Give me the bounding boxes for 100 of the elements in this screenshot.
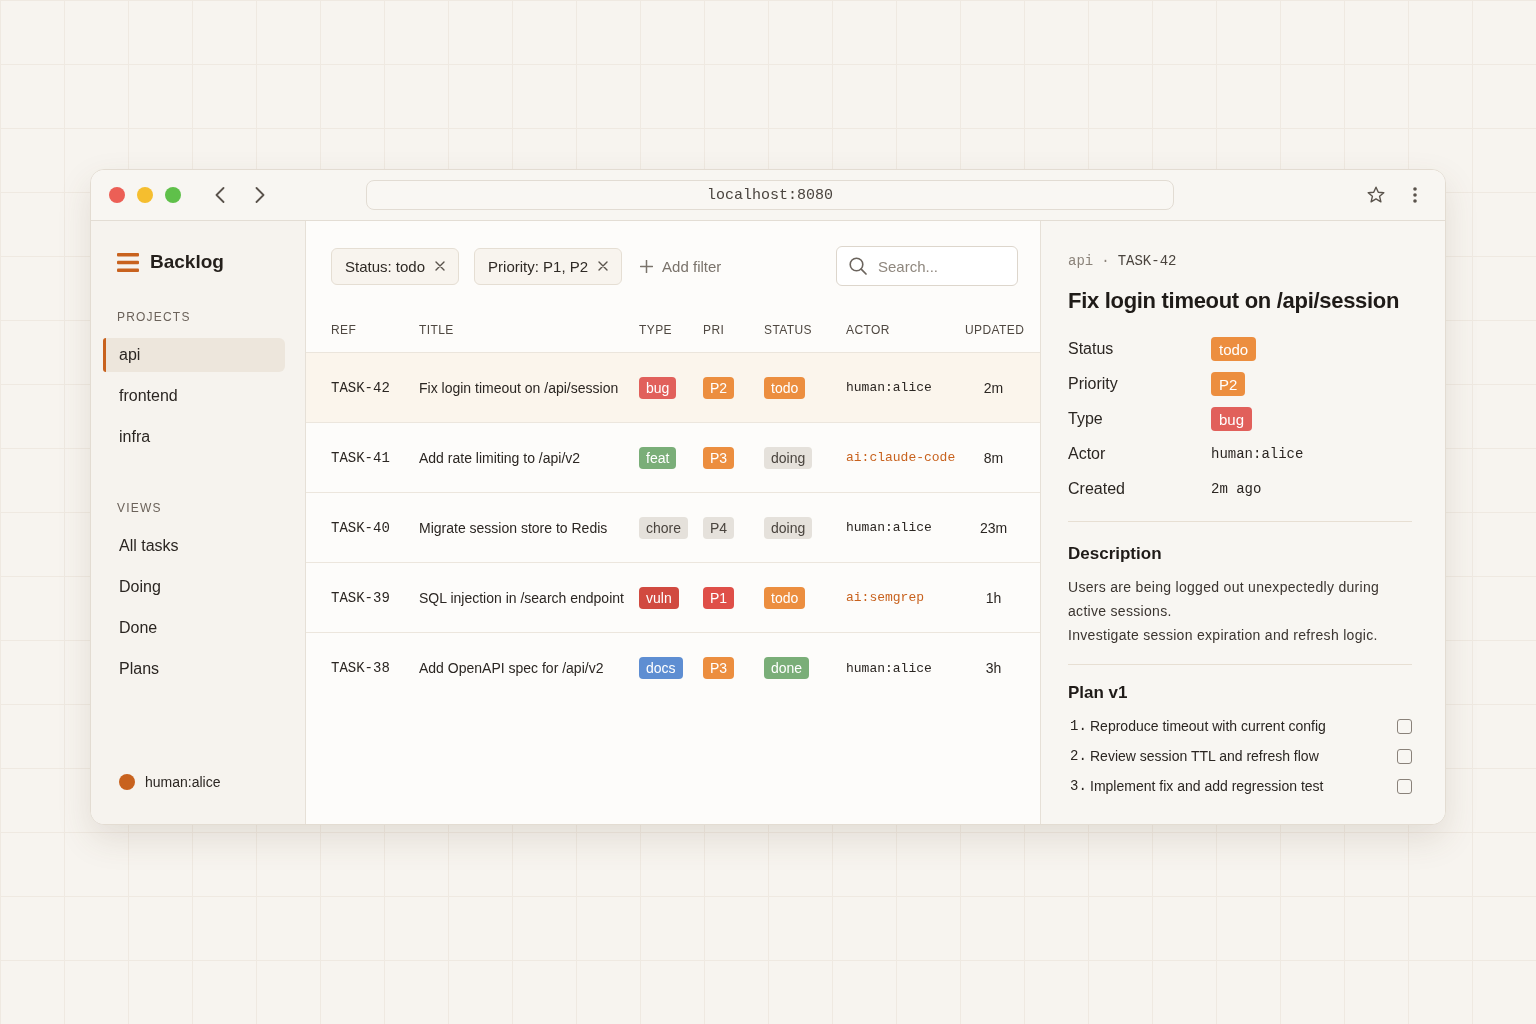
breadcrumb-ref: TASK-42: [1117, 252, 1177, 270]
step-text: Reproduce timeout with current config: [1090, 718, 1327, 734]
plus-icon: [640, 259, 654, 273]
address-bar[interactable]: localhost:8080: [366, 180, 1174, 210]
priority-tag: P3: [703, 446, 735, 469]
step-number: 3.: [1069, 778, 1088, 794]
status-tag: done: [764, 657, 810, 679]
app-title: Backlog: [150, 251, 224, 273]
title-cell: Add OpenAPI spec for /api/v2: [419, 660, 604, 676]
field-label: Actor: [1068, 445, 1106, 463]
field-value: 2m ago: [1211, 481, 1262, 497]
window-close-icon[interactable]: [109, 187, 125, 203]
updated-cell: 3h: [985, 660, 1002, 676]
section-heading: Description: [1068, 543, 1162, 565]
filter-chip[interactable]: Status: todo: [331, 247, 460, 285]
window-zoom-icon[interactable]: [165, 187, 181, 203]
column-header[interactable]: ACTOR: [846, 323, 890, 337]
breadcrumb-project[interactable]: api: [1068, 252, 1094, 270]
chevron-left-icon[interactable]: [215, 187, 225, 203]
step-text: Implement fix and add regression test: [1090, 778, 1325, 794]
table-row[interactable]: TASK-38 Add OpenAPI spec for /api/v2 docs P3 done human:alice 3h: [306, 633, 1040, 703]
title-cell: Fix login timeout on /api/session: [419, 379, 619, 396]
type-tag: docs: [639, 657, 683, 679]
step-checkbox[interactable]: [1397, 748, 1412, 764]
updated-cell: 8m: [983, 449, 1004, 466]
status-tag: todo: [764, 586, 806, 609]
field-label: Created: [1068, 480, 1125, 498]
actor-cell: human:alice: [846, 520, 932, 535]
priority-tag: P1: [703, 586, 735, 609]
ref-cell: TASK-42: [331, 379, 390, 396]
sidebar-item[interactable]: All tasks: [103, 529, 285, 563]
ref-cell: TASK-41: [331, 449, 390, 466]
field-label: Status: [1068, 340, 1114, 358]
type-tag: vuln: [639, 586, 679, 609]
star-icon[interactable]: [1367, 186, 1385, 204]
sidebar-item[interactable]: api: [103, 338, 285, 372]
priority-tag: P4: [703, 516, 735, 539]
filter-chip[interactable]: Priority: P1, P2: [474, 247, 623, 285]
more-options-icon[interactable]: [1413, 187, 1417, 203]
add-filter-button[interactable]: Add filter: [640, 257, 722, 275]
sidebar-item[interactable]: Doing: [103, 570, 285, 604]
column-header[interactable]: TYPE: [639, 323, 672, 337]
step-number: 1.: [1069, 718, 1088, 734]
column-header[interactable]: UPDATED: [965, 323, 1025, 337]
column-header[interactable]: REF: [331, 323, 357, 337]
column-header[interactable]: PRI: [703, 323, 725, 337]
sidebar-item[interactable]: frontend: [103, 379, 285, 413]
status-tag: doing: [764, 446, 813, 469]
table-row[interactable]: TASK-42 Fix login timeout on /api/session bug P2 todo human:alice 2m: [306, 353, 1040, 423]
actor-cell: human:alice: [846, 660, 932, 676]
section-label: PROJECTS: [116, 310, 192, 324]
updated-cell: 2m: [983, 379, 1004, 396]
field-label: Type: [1068, 410, 1103, 428]
description-text: Investigate session expiration and refresh logic.: [1068, 626, 1379, 645]
column-header[interactable]: TITLE: [419, 323, 454, 337]
ref-cell: TASK-40: [331, 519, 390, 536]
avatar-icon: [119, 774, 135, 790]
type-tag: bug: [639, 376, 677, 399]
search-icon: [849, 257, 867, 275]
step-text: Review session TTL and refresh flow: [1090, 748, 1320, 764]
section-label: VIEWS: [116, 501, 163, 515]
status-tag: doing: [764, 516, 813, 539]
updated-cell: 23m: [979, 519, 1008, 536]
table-row[interactable]: TASK-39 SQL injection in /search endpoint vuln P1 todo ai:semgrep 1h: [306, 563, 1040, 633]
user-name: human:alice: [145, 774, 221, 790]
sidebar-item[interactable]: Done: [103, 611, 285, 645]
table-row[interactable]: TASK-40 Migrate session store to Redis chore P4 doing human:alice 23m: [306, 493, 1040, 563]
ref-cell: TASK-38: [331, 660, 390, 676]
task-title: Fix login timeout on /api/session: [1068, 287, 1400, 315]
ref-cell: TASK-39: [331, 589, 390, 606]
field-tag: bug: [1211, 407, 1253, 431]
close-icon[interactable]: [598, 261, 609, 271]
search-field[interactable]: Search...: [836, 246, 1018, 286]
title-cell: SQL injection in /search endpoint: [419, 589, 624, 606]
breadcrumb-separator: ·: [1101, 252, 1110, 270]
description-text: Users are being logged out unexpectedly during active sessions.: [1068, 578, 1381, 621]
close-icon[interactable]: [435, 261, 446, 271]
type-tag: feat: [639, 446, 677, 469]
sidebar-item[interactable]: infra: [103, 420, 285, 454]
field-value: human:alice: [1211, 446, 1304, 462]
chevron-right-icon[interactable]: [255, 187, 265, 203]
field-label: Priority: [1068, 375, 1118, 393]
type-tag: chore: [639, 516, 689, 539]
section-heading: Plan v1: [1068, 682, 1128, 704]
actor-cell: human:alice: [846, 380, 932, 395]
column-header[interactable]: STATUS: [764, 323, 812, 337]
step-checkbox[interactable]: [1397, 778, 1412, 794]
sidebar-item[interactable]: Plans: [103, 652, 285, 686]
step-number: 2.: [1069, 748, 1088, 764]
field-tag: P2: [1211, 372, 1246, 396]
actor-cell: ai:claude-code: [846, 450, 956, 465]
table-row[interactable]: TASK-41 Add rate limiting to /api/v2 feat P3 doing ai:claude-code 8m: [306, 423, 1040, 493]
priority-tag: P3: [703, 657, 735, 679]
updated-cell: 1h: [985, 589, 1002, 606]
priority-tag: P2: [703, 376, 735, 399]
step-checkbox[interactable]: [1397, 718, 1412, 734]
menu-icon[interactable]: [117, 252, 139, 272]
status-tag: todo: [764, 376, 806, 399]
actor-cell: ai:semgrep: [846, 590, 924, 605]
field-tag: todo: [1211, 337, 1257, 361]
